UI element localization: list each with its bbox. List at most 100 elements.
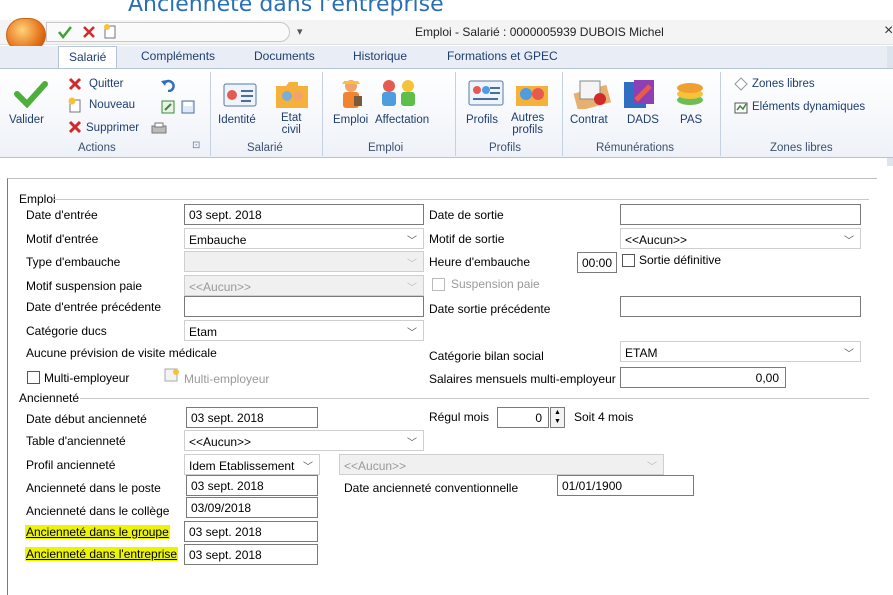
contract-icon[interactable] [572, 77, 612, 109]
motif-suspension-label: Motif suspension paie [26, 279, 143, 293]
suspension-paie-checkbox[interactable] [432, 278, 445, 291]
group-separator [562, 72, 563, 156]
group-label-salarie: Salarié [247, 142, 283, 154]
date-entree-precedente-label: Date d'entrée précédente [26, 300, 162, 314]
multi-employeur-checkbox[interactable] [27, 371, 40, 384]
chevron-down-icon: ﹀ [844, 236, 854, 247]
section-title-emploi: Emploi [19, 192, 56, 206]
date-anciennete-conventionnelle-field[interactable]: 01/01/1900 [557, 475, 694, 496]
heure-embauche-field[interactable]: 00:00 [577, 252, 617, 273]
profil-anciennete-select[interactable]: Idem Etablissement ﹀ [184, 454, 320, 475]
dialog-launcher-icon[interactable]: ⊡ [192, 140, 200, 151]
profiles-icon[interactable] [468, 80, 504, 106]
print-icon[interactable] [150, 121, 168, 135]
dads-button[interactable]: DADS [627, 114, 659, 126]
anciennete-poste-field[interactable]: 03 sept. 2018 [186, 475, 318, 496]
motif-entree-label: Motif d'entrée [26, 232, 99, 246]
group-label-zones-libres: Zones libres [770, 142, 833, 154]
regul-mois-stepper[interactable]: ▲ ▼ [550, 407, 565, 428]
anciennete-college-field[interactable]: 03/09/2018 [186, 497, 318, 518]
identity-card-icon[interactable] [223, 82, 257, 108]
salaires-multi-field[interactable]: 0,00 [620, 367, 786, 388]
autres-profils-button[interactable]: Autres profils [511, 112, 544, 136]
motif-entree-select[interactable]: Embauche ﹀ [184, 228, 424, 249]
sortie-definitive-label: Sortie définitive [639, 253, 722, 267]
group-label-remunerations: Rémunérations [596, 142, 674, 154]
anciennete-poste-label: Ancienneté dans le poste [26, 481, 161, 495]
categorie-bilan-select[interactable]: ETAM ﹀ [620, 341, 861, 362]
undo-icon[interactable] [160, 78, 176, 92]
group-label-profils: Profils [489, 142, 521, 154]
etat-civil-button[interactable]: Etat civil [281, 112, 301, 136]
group-separator [455, 72, 456, 156]
anciennete-entreprise-field[interactable]: 03 sept. 2018 [184, 544, 318, 565]
tab-salarie[interactable]: Salarié [58, 46, 118, 69]
type-embauche-select[interactable]: ﹀ [184, 251, 424, 272]
quitter-button[interactable]: Quitter [89, 78, 124, 90]
tab-documents[interactable]: Documents [254, 49, 315, 63]
sortie-definitive-checkbox[interactable] [622, 254, 635, 267]
pas-button[interactable]: PAS [680, 114, 702, 126]
employee-worker-icon[interactable] [338, 78, 364, 110]
anciennete-groupe-field[interactable]: 03 sept. 2018 [184, 521, 318, 542]
dads-icon[interactable] [622, 78, 658, 110]
page-caption: Ancienneté dans l'entreprise [128, 0, 444, 17]
profil-anciennete-secondary-select[interactable]: <<Aucun>> ﹀ [339, 454, 664, 475]
date-entree-field[interactable]: 03 sept. 2018 [184, 204, 424, 225]
valider-button[interactable]: Valider [9, 114, 44, 126]
profils-button[interactable]: Profils [466, 114, 498, 126]
export-icon[interactable] [160, 99, 176, 115]
validate-check-icon[interactable] [14, 80, 48, 108]
chevron-down-icon: ﹀ [647, 462, 657, 473]
assignment-icon[interactable] [380, 78, 418, 108]
contrat-button[interactable]: Contrat [570, 114, 608, 126]
date-sortie-precedente-field[interactable] [620, 296, 861, 317]
profil-anciennete-label: Profil ancienneté [26, 458, 116, 472]
regul-mois-field[interactable]: 0 [497, 407, 549, 428]
date-sortie-label: Date de sortie [429, 208, 504, 222]
chevron-down-icon: ﹀ [407, 438, 417, 449]
multi-employeur-label: Multi-employeur [44, 371, 130, 385]
group-separator [322, 72, 323, 156]
other-profiles-icon[interactable] [514, 78, 550, 108]
anciennete-entreprise-label: Ancienneté dans l'entreprise [25, 547, 179, 561]
regul-mois-suffix: Soit 4 mois [574, 410, 634, 424]
tab-historique[interactable]: Historique [353, 49, 407, 63]
tab-formations-gpec[interactable]: Formations et GPEC [447, 49, 558, 63]
section-divider [54, 199, 869, 200]
suspension-paie-label: Suspension paie [451, 277, 540, 291]
date-entree-precedente-field[interactable] [184, 296, 424, 317]
identite-button[interactable]: Identité [218, 114, 256, 126]
check-icon[interactable] [57, 24, 73, 40]
chevron-down-icon: ﹀ [407, 259, 417, 270]
delete-icon[interactable] [81, 24, 97, 40]
multi-employeur-button[interactable]: Multi-employeur [184, 372, 269, 386]
date-debut-anciennete-field[interactable]: 03 sept. 2018 [186, 407, 318, 428]
group-label-actions: Actions [78, 142, 116, 154]
visite-medicale-label: Aucune prévision de visite médicale [26, 346, 217, 360]
elements-dynamiques-button[interactable]: Eléments dynamiques [752, 101, 865, 113]
save-icon[interactable] [180, 99, 196, 115]
new-document-icon[interactable] [103, 24, 117, 40]
date-sortie-field[interactable] [620, 204, 861, 225]
motif-sortie-select[interactable]: <<Aucun>> ﹀ [620, 228, 861, 249]
pas-coins-icon[interactable] [674, 78, 706, 108]
motif-suspension-select[interactable]: <<Aucun>> ﹀ [184, 275, 424, 296]
tab-complements[interactable]: Compléments [141, 49, 215, 63]
zones-libres-button[interactable]: Zones libres [752, 78, 815, 90]
nouveau-button[interactable]: Nouveau [89, 99, 135, 111]
quick-access-toolbar: ▾ [46, 22, 303, 42]
civil-status-icon[interactable] [274, 80, 310, 108]
emploi-button[interactable]: Emploi [333, 114, 368, 126]
categorie-ducs-label: Catégorie ducs [26, 324, 107, 338]
categorie-ducs-select[interactable]: Etam ﹀ [184, 320, 424, 341]
close-icon[interactable]: × [884, 22, 893, 40]
chevron-down-icon: ﹀ [407, 236, 417, 247]
quick-access-dropdown[interactable]: ▾ [297, 25, 303, 38]
group-separator [210, 72, 211, 156]
supprimer-button[interactable]: Supprimer [86, 122, 139, 134]
table-anciennete-select[interactable]: <<Aucun>> ﹀ [184, 430, 424, 451]
affectation-button[interactable]: Affectation [375, 114, 429, 126]
salaires-multi-label: Salaires mensuels multi-employeur [429, 372, 616, 386]
table-anciennete-label: Table d'ancienneté [26, 434, 126, 448]
